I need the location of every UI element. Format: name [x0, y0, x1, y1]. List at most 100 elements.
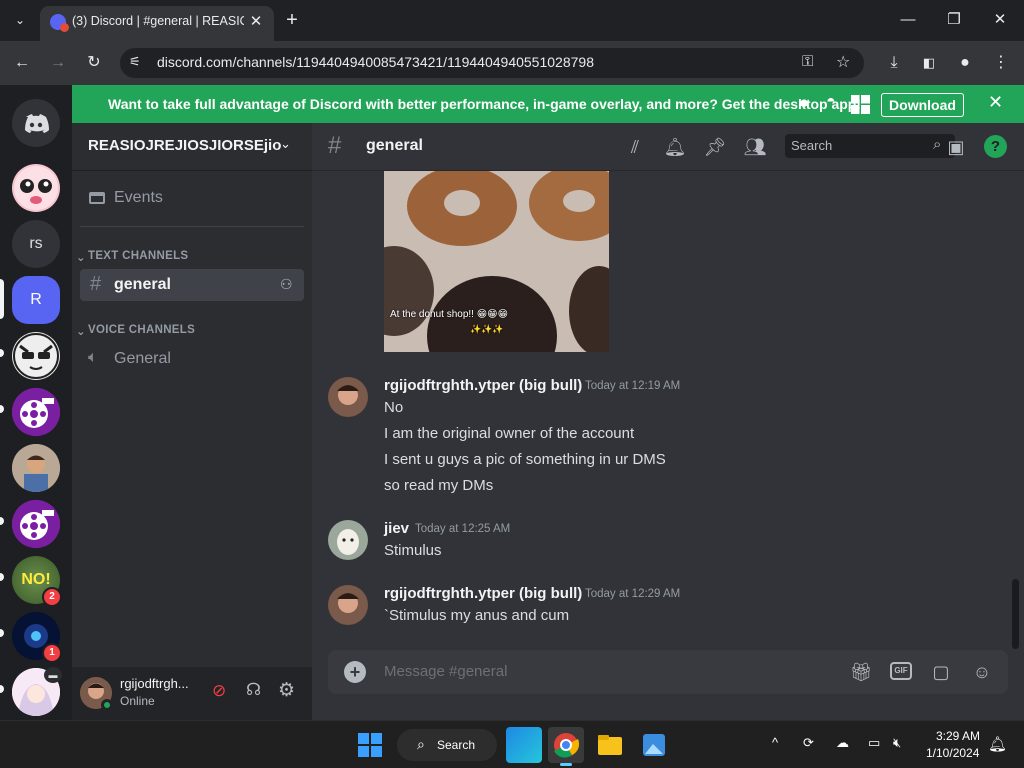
- speech-bubble-icon: ▬: [44, 667, 62, 683]
- download-button[interactable]: Download: [881, 93, 964, 117]
- download-icon[interactable]: ⤓: [881, 51, 907, 75]
- voice-channels-category[interactable]: VOICE CHANNELS: [88, 324, 195, 336]
- events-link[interactable]: Events: [114, 189, 163, 207]
- headphones-icon[interactable]: ☊: [246, 680, 261, 700]
- chevron-down-icon: ⌄: [280, 136, 291, 151]
- sync-icon[interactable]: ⟳: [803, 735, 814, 751]
- unread-indicator: [0, 573, 4, 581]
- address-bar[interactable]: ⚟ discord.com/channels/11944049400854734…: [120, 48, 864, 78]
- notification-bell-icon[interactable]: 🔔︎: [988, 735, 1007, 753]
- speaker-icon: 🔈︎: [88, 349, 98, 366]
- back-arrow-icon[interactable]: ←: [9, 51, 35, 75]
- windows-start-icon[interactable]: [358, 733, 382, 757]
- android-icon: ◓: [826, 93, 836, 110]
- image-caption-line2: ✨✨✨: [470, 324, 504, 334]
- server-name: REASIOJREJIOSJIORSEjio: [88, 137, 282, 154]
- browser-tab-active[interactable]: (3) Discord | #general | REASIOJREJIOSJI…: [40, 6, 274, 41]
- user-status: Online: [120, 694, 155, 708]
- new-tab-button[interactable]: +: [280, 8, 304, 32]
- clock-date[interactable]: 1/10/2024: [926, 746, 979, 760]
- invite-member-icon[interactable]: ⚇: [280, 276, 293, 293]
- username: rgijodftrgh...: [120, 676, 189, 691]
- reload-icon[interactable]: ↻: [81, 51, 107, 75]
- message-avatar[interactable]: [328, 520, 368, 560]
- server-cat-sunglasses[interactable]: [12, 332, 60, 380]
- side-panel-icon[interactable]: ◧: [916, 51, 942, 75]
- pinned-messages-icon[interactable]: 📌︎: [703, 135, 727, 159]
- server-film-1[interactable]: [12, 388, 60, 436]
- edge-beta-icon[interactable]: [506, 727, 542, 763]
- message-author[interactable]: rgijodftrghth.ytper (big bull): [384, 585, 582, 602]
- emoji-icon[interactable]: ☺: [970, 660, 994, 684]
- message-author[interactable]: rgijodftrghth.ytper (big bull): [384, 377, 582, 394]
- profile-icon[interactable]: ●: [952, 51, 978, 75]
- calendar-icon: [88, 189, 106, 205]
- channel-name: general: [114, 276, 171, 293]
- bookmark-star-icon[interactable]: ☆: [836, 52, 850, 72]
- anime-face-image: [14, 166, 58, 210]
- server-rs[interactable]: rs: [12, 220, 60, 268]
- threads-icon[interactable]: ⫽: [623, 135, 647, 159]
- message-text: I am the original owner of the account: [384, 425, 635, 442]
- discord-home-button[interactable]: [12, 99, 60, 147]
- active-server-indicator: [0, 279, 4, 319]
- minimize-button[interactable]: —: [896, 8, 920, 32]
- unread-indicator: [0, 629, 4, 637]
- unread-indicator: [0, 349, 4, 357]
- help-icon[interactable]: ?: [984, 135, 1007, 158]
- search-icon: ⌕: [933, 136, 942, 153]
- mention-badge: 2: [42, 587, 62, 607]
- mention-badge: 1: [42, 643, 62, 663]
- server-anime-face[interactable]: [12, 164, 60, 212]
- file-explorer-icon[interactable]: [592, 727, 628, 763]
- muted-microphone-icon[interactable]: ⊘: [212, 681, 226, 701]
- gift-icon[interactable]: 🎁︎: [849, 660, 873, 684]
- member-list-icon[interactable]: 👥︎: [743, 135, 767, 159]
- network-icon[interactable]: ▭: [868, 735, 880, 751]
- donut-image-attachment[interactable]: At the donut shop!! 😁😁😁 ✨✨✨: [384, 171, 609, 352]
- chrome-icon[interactable]: [548, 727, 584, 763]
- server-photo-kid[interactable]: [12, 444, 60, 492]
- server-r[interactable]: R: [12, 276, 60, 324]
- message-avatar[interactable]: [328, 585, 368, 625]
- tab-close-icon[interactable]: ✕: [246, 12, 266, 32]
- user-panel: rgijodftrgh... Online ⊘ ☊ ⚙: [72, 667, 312, 720]
- more-menu-icon[interactable]: ⋮: [988, 51, 1014, 75]
- search-input[interactable]: Search ⌕: [785, 134, 955, 158]
- taskbar-search[interactable]: ⌕ Search: [397, 729, 497, 761]
- url-text: discord.com/channels/1194404940085473421…: [157, 54, 594, 70]
- message-author[interactable]: jiev: [384, 520, 409, 537]
- cloud-icon[interactable]: ☁: [836, 735, 849, 751]
- restore-button[interactable]: ❐: [942, 8, 966, 32]
- kid-photo-image: [12, 444, 60, 492]
- hash-icon: #: [328, 132, 342, 159]
- windows-icon: [851, 95, 870, 114]
- site-settings-icon[interactable]: ⚟: [129, 54, 141, 70]
- text-channels-category[interactable]: TEXT CHANNELS: [88, 250, 188, 262]
- message-composer[interactable]: + Message #general 🎁︎ GIF ▢ ☺: [328, 650, 1008, 694]
- photos-icon[interactable]: [636, 727, 672, 763]
- voice-channel-general[interactable]: General: [114, 350, 171, 368]
- gif-button[interactable]: GIF: [890, 662, 912, 680]
- show-hidden-icons-chevron[interactable]: ^: [772, 735, 778, 750]
- banner-close-icon[interactable]: ✕: [988, 92, 1003, 113]
- server-header[interactable]: REASIOJREJIOSJIORSEjio ⌄: [72, 123, 312, 171]
- discord-favicon-icon: [50, 14, 69, 32]
- add-attachment-icon[interactable]: +: [344, 661, 366, 683]
- channel-general-text[interactable]: # general ⚇: [80, 269, 304, 301]
- sticker-icon[interactable]: ▢: [929, 660, 953, 684]
- tab-search-chevron-icon[interactable]: ⌄: [8, 8, 32, 32]
- clock-time[interactable]: 3:29 AM: [936, 729, 980, 743]
- notification-bell-icon[interactable]: 🔔︎: [663, 135, 687, 159]
- browser-toolbar: ← → ↻ ⚟ discord.com/channels/11944049400…: [0, 41, 1024, 85]
- message-avatar[interactable]: [328, 377, 368, 417]
- forward-arrow-icon[interactable]: →: [45, 51, 71, 75]
- volume-muted-icon[interactable]: 🔇︎: [893, 735, 901, 751]
- password-key-icon[interactable]: ⚿: [802, 53, 813, 70]
- online-status-dot: [101, 699, 113, 711]
- inbox-icon[interactable]: ▣: [944, 135, 968, 159]
- scrollbar-thumb[interactable]: [1012, 579, 1019, 649]
- server-film-2[interactable]: [12, 500, 60, 548]
- settings-gear-icon[interactable]: ⚙: [278, 679, 295, 702]
- window-close-button[interactable]: ✕: [988, 8, 1012, 32]
